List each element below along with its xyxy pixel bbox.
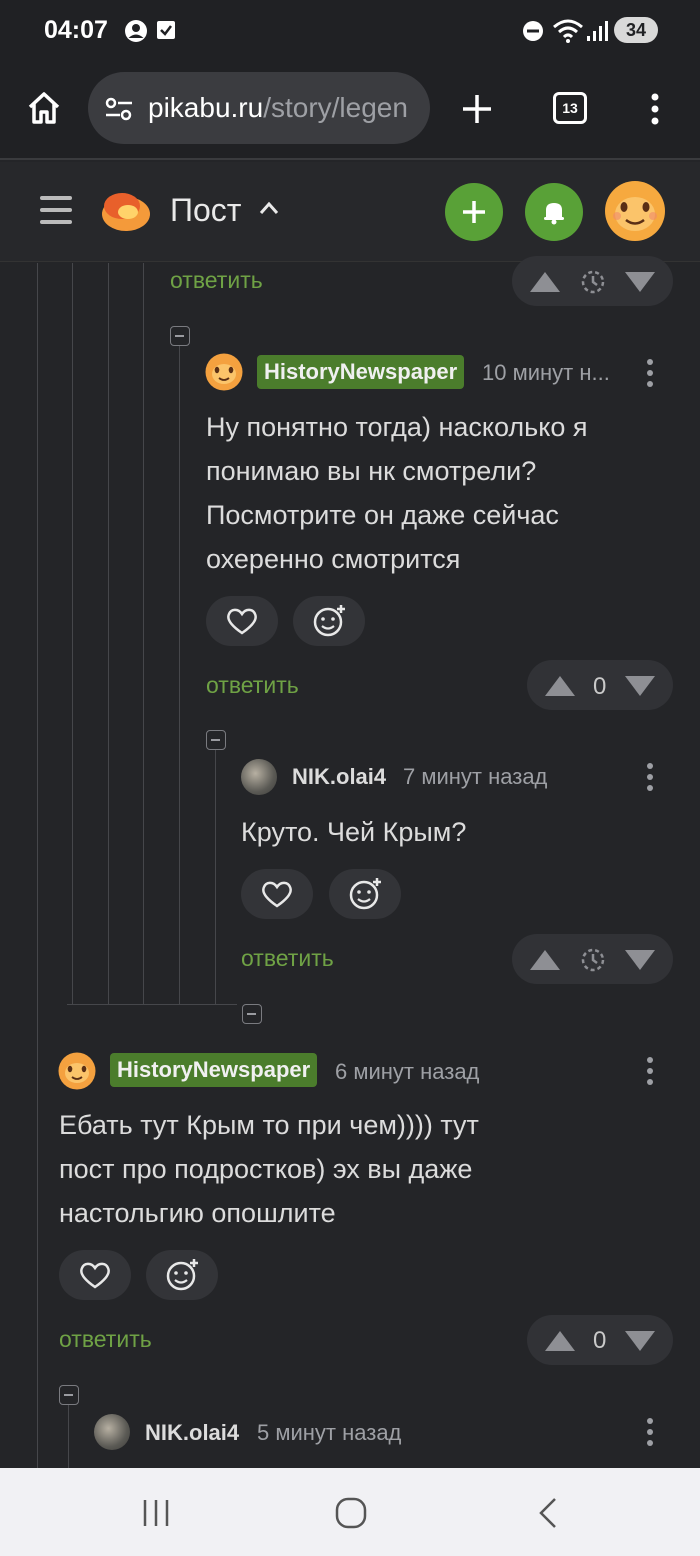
page-title[interactable]: Пост [170, 192, 241, 229]
arrow-up-icon[interactable] [543, 674, 577, 698]
avatar[interactable] [94, 1414, 130, 1450]
avatar[interactable] [58, 1052, 96, 1090]
comment-time: 7 минут назад [403, 764, 548, 789]
plus-icon [463, 201, 485, 223]
comment-line: понимаю вы нк смотрели? [206, 456, 537, 486]
heart-icon [227, 608, 257, 635]
more-vert-icon[interactable] [644, 358, 656, 388]
home-icon[interactable] [26, 90, 62, 126]
author-badge[interactable]: HistoryNewspaper [257, 355, 465, 389]
user-avatar[interactable] [604, 180, 666, 242]
arrow-down-icon[interactable] [623, 270, 657, 294]
author-name[interactable]: NIK.olai4 [145, 1420, 239, 1446]
thread-line [179, 345, 180, 1005]
checkbox-notification-icon [157, 21, 175, 39]
collapse-icon[interactable] [242, 1004, 262, 1024]
more-vert-icon[interactable] [644, 1056, 656, 1086]
heart-icon [262, 881, 292, 908]
battery-indicator: 34 [614, 17, 658, 43]
thread-line [215, 750, 216, 1005]
url-domain: pikabu.ru [148, 92, 264, 123]
rating-value: 0 [593, 1327, 607, 1354]
avatar[interactable] [241, 759, 277, 795]
url-path: /story/legen [263, 92, 408, 123]
thread-line [67, 1004, 237, 1005]
comment-text: Ебать тут Крым то при чем)))) тут пост п… [59, 1103, 559, 1235]
arrow-down-icon[interactable] [623, 674, 657, 698]
bell-icon [544, 203, 564, 225]
author-name[interactable]: NIK.olai4 [292, 764, 386, 790]
rating-value: 0 [593, 673, 607, 700]
account-icon [125, 20, 147, 42]
comment-time: 10 минут н... [482, 360, 610, 385]
back-icon[interactable] [536, 1496, 560, 1530]
thread-line [108, 263, 109, 1005]
comment-line: настольгию опошлите [59, 1198, 336, 1228]
collapse-icon[interactable] [206, 730, 226, 750]
avatar[interactable] [205, 353, 243, 391]
emoji-add-icon [349, 878, 381, 910]
tabs-button[interactable]: 13 [553, 92, 587, 124]
author-badge[interactable]: HistoryNewspaper [110, 1053, 318, 1087]
url-text[interactable]: pikabu.ru/story/legen [148, 92, 418, 128]
comment-line: охеренно смотрится [206, 544, 461, 574]
timer-icon [581, 270, 605, 294]
site-settings-icon[interactable] [104, 96, 134, 122]
comment-line: Ну понятно тогда) насколько я [206, 412, 588, 442]
signal-icon [587, 21, 608, 41]
comment-time: 5 минут назад [257, 1420, 402, 1445]
comment-line: Ебать тут Крым то при чем)))) тут [59, 1110, 479, 1140]
comment-time: 6 минут назад [335, 1059, 480, 1084]
more-vert-icon[interactable] [644, 762, 656, 792]
reply-button[interactable]: ответить [59, 1326, 152, 1353]
menu-icon[interactable] [38, 194, 74, 226]
emoji-add-icon [313, 605, 345, 637]
reply-button[interactable]: ответить [170, 267, 263, 294]
comment-line: Посмотрите он даже сейчас [206, 500, 559, 530]
home-nav-icon[interactable] [334, 1496, 368, 1530]
arrow-down-icon[interactable] [623, 948, 657, 972]
comment-text: Ну понятно тогда) насколько я понимаю вы… [206, 405, 676, 581]
plus-icon[interactable] [460, 92, 494, 126]
dnd-icon [523, 21, 543, 41]
chevron-up-icon[interactable] [258, 200, 280, 216]
arrow-up-icon[interactable] [528, 948, 562, 972]
emoji-add-icon [166, 1259, 198, 1291]
arrow-up-icon[interactable] [528, 270, 562, 294]
recents-icon[interactable] [140, 1497, 172, 1529]
thread-line [37, 263, 38, 1468]
heart-icon [80, 1262, 110, 1289]
pikabu-logo[interactable] [100, 186, 152, 234]
comment-line: пост про подростков) эх вы даже [59, 1154, 473, 1184]
collapse-icon[interactable] [59, 1385, 79, 1405]
reply-button[interactable]: ответить [241, 945, 334, 972]
status-time: 04:07 [44, 16, 108, 44]
thread-line [143, 263, 144, 1005]
wifi-icon [553, 19, 583, 43]
collapse-icon[interactable] [170, 326, 190, 346]
comment-text: Круто. Чей Крым? [241, 810, 671, 854]
timer-icon [581, 948, 605, 972]
thread-line [68, 1404, 69, 1468]
arrow-up-icon[interactable] [543, 1329, 577, 1353]
reply-button[interactable]: ответить [206, 672, 299, 699]
thread-line [72, 263, 73, 1005]
more-vert-icon[interactable] [648, 92, 662, 126]
arrow-down-icon[interactable] [623, 1329, 657, 1353]
comment-line: Круто. Чей Крым? [241, 817, 467, 847]
more-vert-icon[interactable] [644, 1417, 656, 1447]
